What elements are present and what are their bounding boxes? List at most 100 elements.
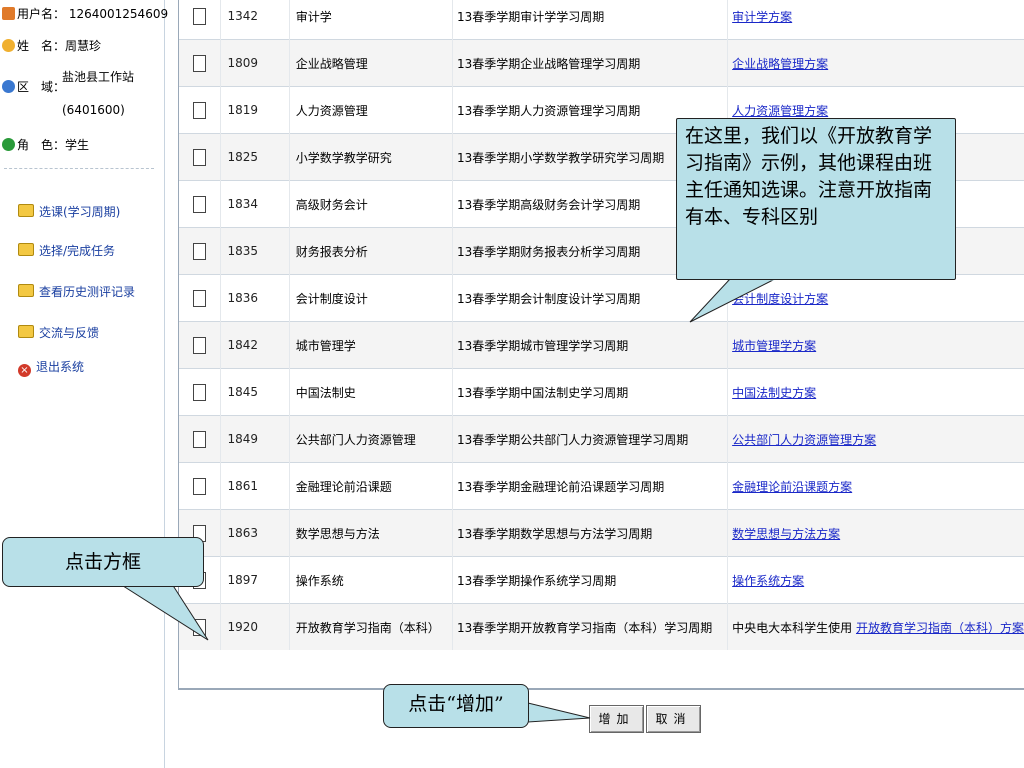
course-checkbox[interactable] bbox=[193, 54, 207, 72]
course-plan: 公共部门人力资源管理方案 bbox=[727, 415, 1024, 463]
nav-label: 选择/完成任务 bbox=[39, 244, 116, 258]
course-plan-link[interactable]: 会计制度设计方案 bbox=[732, 292, 828, 306]
course-plan: 企业战略管理方案 bbox=[727, 39, 1024, 87]
course-name: 财务报表分析 bbox=[289, 227, 453, 275]
nav-logout[interactable]: × 退出系统 bbox=[18, 358, 84, 377]
course-checkbox[interactable] bbox=[193, 195, 207, 213]
course-plan-link[interactable]: 企业战略管理方案 bbox=[732, 57, 828, 71]
course-code: 1849 bbox=[220, 415, 290, 463]
course-code: 1819 bbox=[220, 86, 290, 134]
region-value: 盐池县工作站 bbox=[62, 70, 135, 84]
course-plan: 审计学方案 bbox=[727, 0, 1024, 40]
course-code: 1835 bbox=[220, 227, 290, 275]
folder-icon bbox=[18, 243, 34, 256]
table-row: 1861 金融理论前沿课题 13春季学期金融理论前沿课题学习周期 金融理论前沿课题方案 bbox=[179, 462, 1024, 510]
name-label: 姓 名： bbox=[17, 39, 66, 53]
table-row: 1897 操作系统 13春季学期操作系统学习周期 操作系统方案 bbox=[179, 556, 1024, 604]
table-row: 1842 城市管理学 13春季学期城市管理学学习周期 城市管理学方案 bbox=[179, 321, 1024, 369]
checkbox-cell bbox=[179, 603, 222, 650]
course-name: 会计制度设计 bbox=[289, 274, 453, 322]
course-name: 小学数学教学研究 bbox=[289, 133, 453, 181]
course-plan-link[interactable]: 中国法制史方案 bbox=[732, 386, 816, 400]
course-plan: 数学思想与方法方案 bbox=[727, 509, 1024, 557]
course-period: 13春季学期金融理论前沿课题学习周期 bbox=[452, 462, 729, 510]
checkbox-cell bbox=[179, 462, 222, 510]
course-checkbox[interactable] bbox=[193, 477, 207, 495]
role-value: 学生 bbox=[65, 138, 90, 152]
nav-select-course[interactable]: 选课(学习周期) bbox=[18, 203, 120, 220]
course-checkbox[interactable] bbox=[193, 7, 207, 25]
course-plan-link[interactable]: 审计学方案 bbox=[732, 10, 792, 24]
course-plan-link[interactable]: 人力资源管理方案 bbox=[732, 104, 828, 118]
course-table: 1342 审计学 13春季学期审计学学习周期 审计学方案 1809 企业战略管理 13春季学… bbox=[178, 0, 1024, 690]
callout-add-pointer bbox=[527, 702, 591, 723]
region-code: (6401600) bbox=[62, 103, 125, 117]
course-plan: 城市管理学方案 bbox=[727, 321, 1024, 369]
person-icon bbox=[2, 39, 15, 52]
course-checkbox[interactable] bbox=[193, 336, 207, 354]
folder-icon bbox=[18, 284, 34, 297]
course-period: 13春季学期开放教育学习指南（本科）学习周期 bbox=[452, 603, 729, 650]
course-plan: 会计制度设计方案 bbox=[727, 274, 1024, 322]
table-row: 1809 企业战略管理 13春季学期企业战略管理学习周期 企业战略管理方案 bbox=[179, 39, 1024, 87]
nav-label: 交流与反馈 bbox=[39, 326, 100, 340]
table-row: 1863 数学思想与方法 13春季学期数学思想与方法学习周期 数学思想与方法方案 bbox=[179, 509, 1024, 557]
course-plan: 中国法制史方案 bbox=[727, 368, 1024, 416]
checkbox-cell bbox=[179, 39, 222, 87]
course-plan-link[interactable]: 城市管理学方案 bbox=[732, 339, 816, 353]
name-value: 周慧珍 bbox=[65, 39, 102, 53]
role-label: 角 色： bbox=[17, 138, 66, 152]
course-checkbox[interactable] bbox=[193, 242, 207, 260]
nav-feedback[interactable]: 交流与反馈 bbox=[18, 324, 99, 341]
checkbox-cell bbox=[179, 368, 222, 416]
course-period: 13春季学期中国法制史学习周期 bbox=[452, 368, 729, 416]
nav-tasks[interactable]: 选择/完成任务 bbox=[18, 242, 115, 259]
folder-icon bbox=[18, 204, 34, 217]
name-row: 姓 名：周慧珍 bbox=[2, 37, 101, 54]
table-row: 1845 中国法制史 13春季学期中国法制史学习周期 中国法制史方案 bbox=[179, 368, 1024, 416]
table-row: 1920 开放教育学习指南（本科） 13春季学期开放教育学习指南（本科）学习周期 中央… bbox=[179, 603, 1024, 650]
checkbox-cell bbox=[179, 274, 222, 322]
course-name: 操作系统 bbox=[289, 556, 453, 604]
checkbox-cell bbox=[179, 227, 222, 275]
checkbox-cell bbox=[179, 180, 222, 228]
course-plan-link[interactable]: 数学思想与方法方案 bbox=[732, 527, 840, 541]
nav-label: 选课(学习周期) bbox=[39, 205, 121, 219]
username-value: 1264001254609 bbox=[68, 7, 169, 21]
course-name: 金融理论前沿课题 bbox=[289, 462, 453, 510]
course-code: 1809 bbox=[220, 39, 290, 87]
table-row: 1836 会计制度设计 13春季学期会计制度设计学习周期 会计制度设计方案 bbox=[179, 274, 1024, 322]
cancel-button[interactable]: 取消 bbox=[646, 705, 701, 733]
checkbox-cell bbox=[179, 0, 222, 40]
callout-click-add: 点击“增加” bbox=[383, 684, 529, 728]
checkbox-cell bbox=[179, 415, 222, 463]
course-checkbox[interactable] bbox=[193, 430, 207, 448]
nav-history[interactable]: 查看历史测评记录 bbox=[18, 283, 135, 300]
course-code: 1863 bbox=[220, 509, 290, 557]
course-code: 1861 bbox=[220, 462, 290, 510]
region-label: 区 域： bbox=[17, 80, 66, 94]
course-checkbox[interactable] bbox=[193, 148, 207, 166]
course-plan-link[interactable]: 公共部门人力资源管理方案 bbox=[732, 433, 876, 447]
close-icon: × bbox=[18, 364, 31, 377]
table-row: 1849 公共部门人力资源管理 13春季学期公共部门人力资源管理学习周期 公共部门人力… bbox=[179, 415, 1024, 463]
course-checkbox[interactable] bbox=[193, 618, 207, 636]
course-plan: 中央电大本科学生使用 开放教育学习指南（本科）方案 bbox=[727, 603, 1024, 650]
globe-icon bbox=[2, 80, 15, 93]
course-code: 1825 bbox=[220, 133, 290, 181]
course-checkbox[interactable] bbox=[193, 289, 207, 307]
course-plan-link[interactable]: 开放教育学习指南（本科）方案 bbox=[856, 621, 1024, 635]
course-plan-link[interactable]: 操作系统方案 bbox=[732, 574, 804, 588]
course-note: 中央电大本科学生使用 bbox=[732, 620, 853, 635]
checkbox-cell bbox=[179, 133, 222, 181]
course-name: 公共部门人力资源管理 bbox=[289, 415, 453, 463]
course-checkbox[interactable] bbox=[193, 383, 207, 401]
role-row: 角 色：学生 bbox=[2, 136, 89, 153]
course-name: 开放教育学习指南（本科） bbox=[289, 603, 453, 650]
course-code: 1342 bbox=[220, 0, 290, 40]
course-checkbox[interactable] bbox=[193, 101, 207, 119]
course-plan-link[interactable]: 金融理论前沿课题方案 bbox=[732, 480, 852, 494]
course-plan: 操作系统方案 bbox=[727, 556, 1024, 604]
username-row: 用户名： 1264001254609 bbox=[2, 5, 168, 22]
add-button[interactable]: 增加 bbox=[589, 705, 644, 733]
